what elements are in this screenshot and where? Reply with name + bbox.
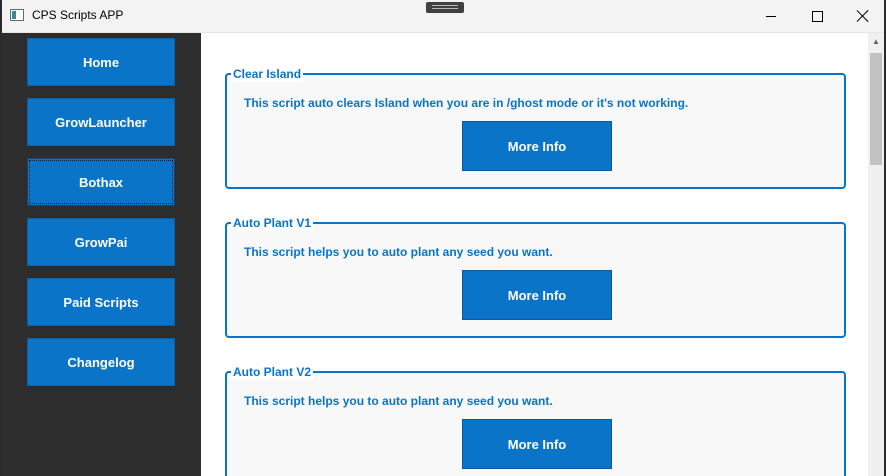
close-button[interactable] <box>840 0 884 32</box>
scroll-up-icon[interactable]: ▲ <box>868 33 884 49</box>
minimize-icon <box>766 15 776 17</box>
close-icon <box>857 10 869 22</box>
app-icon <box>10 9 24 21</box>
title-bar[interactable]: CPS Scripts APP <box>2 0 884 33</box>
more-info-button[interactable]: More Info <box>462 419 612 469</box>
more-info-button[interactable]: More Info <box>462 121 612 171</box>
app-window: CPS Scripts APP Home GrowLauncher Bothax… <box>2 0 884 476</box>
script-description: This script auto clears Island when you … <box>244 96 689 110</box>
sidebar-item-changelog[interactable]: Changelog <box>27 338 175 386</box>
script-card-auto-plant-v1: Auto Plant V1 This script helps you to a… <box>225 215 846 338</box>
maximize-icon <box>811 10 823 22</box>
window-title: CPS Scripts APP <box>32 8 124 22</box>
vertical-scrollbar[interactable]: ▲ <box>868 33 884 476</box>
script-title: Auto Plant V1 <box>231 215 314 231</box>
script-title: Clear Island <box>231 66 304 82</box>
scripts-panel: Clear Island This script auto clears Isl… <box>201 33 868 476</box>
minimize-button[interactable] <box>748 0 794 32</box>
more-info-button[interactable]: More Info <box>462 270 612 320</box>
sidebar: Home GrowLauncher Bothax GrowPai Paid Sc… <box>2 33 201 476</box>
drag-handle-icon[interactable] <box>426 2 464 13</box>
script-card-clear-island: Clear Island This script auto clears Isl… <box>225 66 846 189</box>
script-description: This script helps you to auto plant any … <box>244 394 553 408</box>
sidebar-item-growpai[interactable]: GrowPai <box>27 218 175 266</box>
script-title: Auto Plant V2 <box>231 364 314 380</box>
sidebar-item-home[interactable]: Home <box>27 38 175 86</box>
sidebar-item-paid-scripts[interactable]: Paid Scripts <box>27 278 175 326</box>
sidebar-item-growlauncher[interactable]: GrowLauncher <box>27 98 175 146</box>
sidebar-item-bothax[interactable]: Bothax <box>27 158 175 206</box>
scroll-thumb[interactable] <box>870 53 882 165</box>
script-card-auto-plant-v2: Auto Plant V2 This script helps you to a… <box>225 364 846 476</box>
maximize-button[interactable] <box>794 0 840 32</box>
script-description: This script helps you to auto plant any … <box>244 245 553 259</box>
